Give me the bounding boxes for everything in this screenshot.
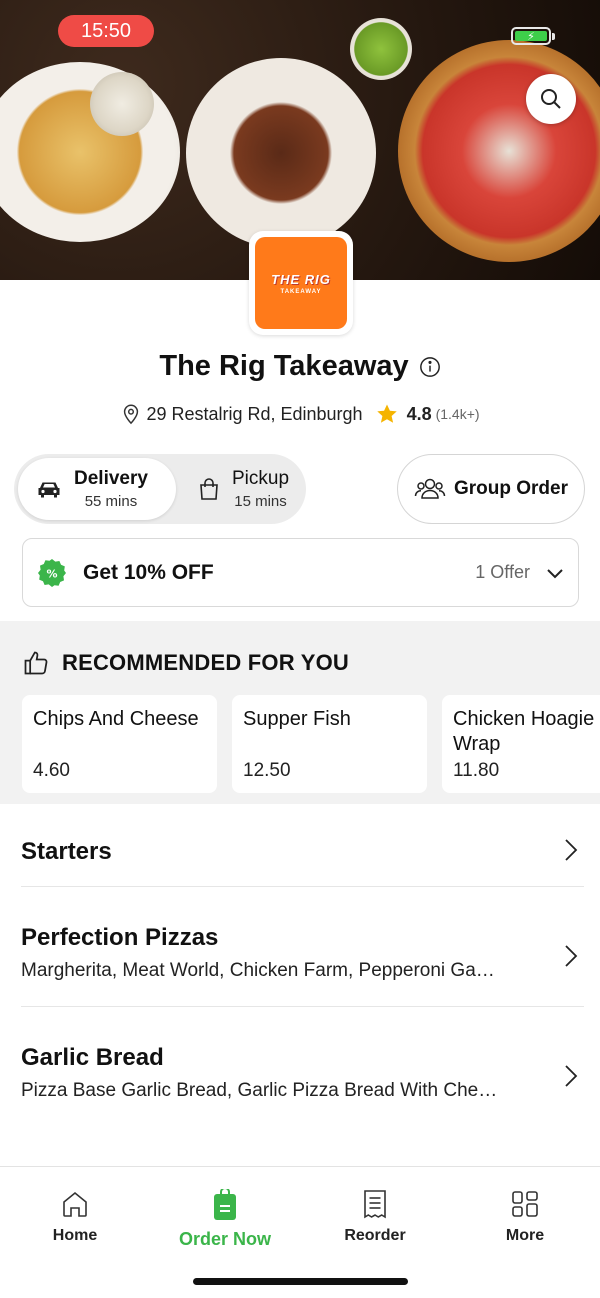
search-button[interactable] [526, 74, 576, 124]
recommended-item[interactable]: Supper Fish 12.50 [232, 695, 427, 793]
home-indicator [193, 1278, 408, 1285]
recommended-item-name: Supper Fish [243, 708, 351, 730]
category-title: Perfection Pizzas [21, 924, 219, 951]
pickup-option[interactable]: Pickup 15 mins [186, 458, 306, 520]
restaurant-logo: THE RIG TAKEAWAY [249, 231, 353, 335]
nav-label: Home [52, 1227, 98, 1244]
recommended-section: RECOMMENDED FOR YOU Chips And Cheese 4.6… [0, 621, 600, 804]
category-subtitle: Pizza Base Garlic Bread, Garlic Pizza Br… [21, 1080, 498, 1101]
receipt-icon [364, 1190, 386, 1219]
order-mode-toggle: Delivery 55 mins Pickup 15 mins [14, 454, 306, 524]
category-starters[interactable]: Starters [21, 838, 584, 868]
logo-subtext: TAKEAWAY [280, 288, 322, 295]
chevron-right-icon [565, 945, 578, 967]
nav-home[interactable]: Home [0, 1189, 150, 1245]
home-icon [63, 1191, 87, 1217]
recommended-item-name: Chicken Hoagie Wrap [453, 708, 595, 755]
grid-icon [512, 1191, 538, 1217]
category-perfection-pizzas[interactable]: Perfection Pizzas Margherita, Meat World… [21, 924, 584, 994]
divider [21, 1006, 584, 1007]
delivery-time: 55 mins [84, 493, 138, 510]
nav-more[interactable]: More [450, 1189, 600, 1245]
recommended-item[interactable]: Chicken Hoagie Wrap 11.80 [442, 695, 600, 793]
divider [21, 886, 584, 887]
chevron-right-icon [565, 839, 578, 861]
category-title: Garlic Bread [21, 1044, 164, 1071]
battery-icon: ⚡ [511, 27, 555, 45]
category-subtitle: Margherita, Meat World, Chicken Farm, Pe… [21, 960, 495, 981]
status-time: 15:50 [58, 15, 154, 47]
recommended-item[interactable]: Chips And Cheese 4.60 [22, 695, 217, 793]
nav-order-now[interactable]: Order Now [150, 1189, 300, 1250]
chevron-down-icon[interactable] [546, 567, 564, 579]
fish-and-chips-plate [0, 62, 180, 242]
nav-label: More [505, 1227, 545, 1244]
offer-banner[interactable]: % Get 10% OFF 1 Offer [22, 538, 579, 607]
group-users-icon [414, 478, 446, 499]
nav-label: Reorder [344, 1227, 406, 1244]
pickup-label: Pickup [232, 468, 290, 489]
skewers-plate [186, 58, 376, 248]
address-row: 29 Restalrig Rd, Edinburgh 4.8 (1.4k+) [0, 402, 600, 426]
offer-title: Get 10% OFF [83, 560, 214, 584]
location-pin-icon [124, 404, 139, 425]
group-order-button[interactable]: Group Order [397, 454, 585, 524]
search-icon [541, 89, 561, 109]
restaurant-name: The Rig Takeaway [159, 350, 409, 382]
pickup-time: 15 mins [234, 493, 287, 510]
delivery-label: Delivery [74, 468, 148, 489]
svg-text:%: % [46, 567, 57, 580]
rating-count: (1.4k+) [435, 406, 480, 422]
group-order-label: Group Order [453, 478, 568, 499]
logo-text: THE RIG [271, 271, 331, 287]
nav-label: Order Now [178, 1229, 271, 1249]
car-icon [38, 482, 60, 498]
pizza-plate [398, 40, 600, 262]
category-garlic-bread[interactable]: Garlic Bread Pizza Base Garlic Bread, Ga… [21, 1044, 584, 1114]
recommended-item-price: 11.80 [453, 760, 500, 781]
thumbs-up-icon [24, 651, 48, 675]
shopping-bag-icon [200, 478, 218, 500]
nav-reorder[interactable]: Reorder [300, 1189, 450, 1245]
recommended-item-price: 12.50 [243, 760, 291, 781]
dip-bowl [90, 72, 154, 136]
offer-count: 1 Offer [475, 562, 530, 582]
order-bag-icon [214, 1189, 236, 1220]
recommended-title: RECOMMENDED FOR YOU [62, 650, 349, 675]
sauce-bowl [350, 18, 412, 80]
star-icon [376, 404, 397, 423]
discount-badge-icon: % [38, 558, 66, 587]
recommended-item-price: 4.60 [33, 760, 70, 781]
restaurant-title-row: The Rig Takeaway [0, 350, 600, 383]
rating-value: 4.8 [406, 403, 432, 424]
category-title: Starters [21, 838, 112, 865]
delivery-option[interactable]: Delivery 55 mins [18, 458, 176, 520]
restaurant-address: 29 Restalrig Rd, Edinburgh [146, 403, 363, 424]
chevron-right-icon [565, 1065, 578, 1087]
info-icon[interactable] [419, 356, 441, 378]
recommended-item-name: Chips And Cheese [33, 708, 199, 730]
